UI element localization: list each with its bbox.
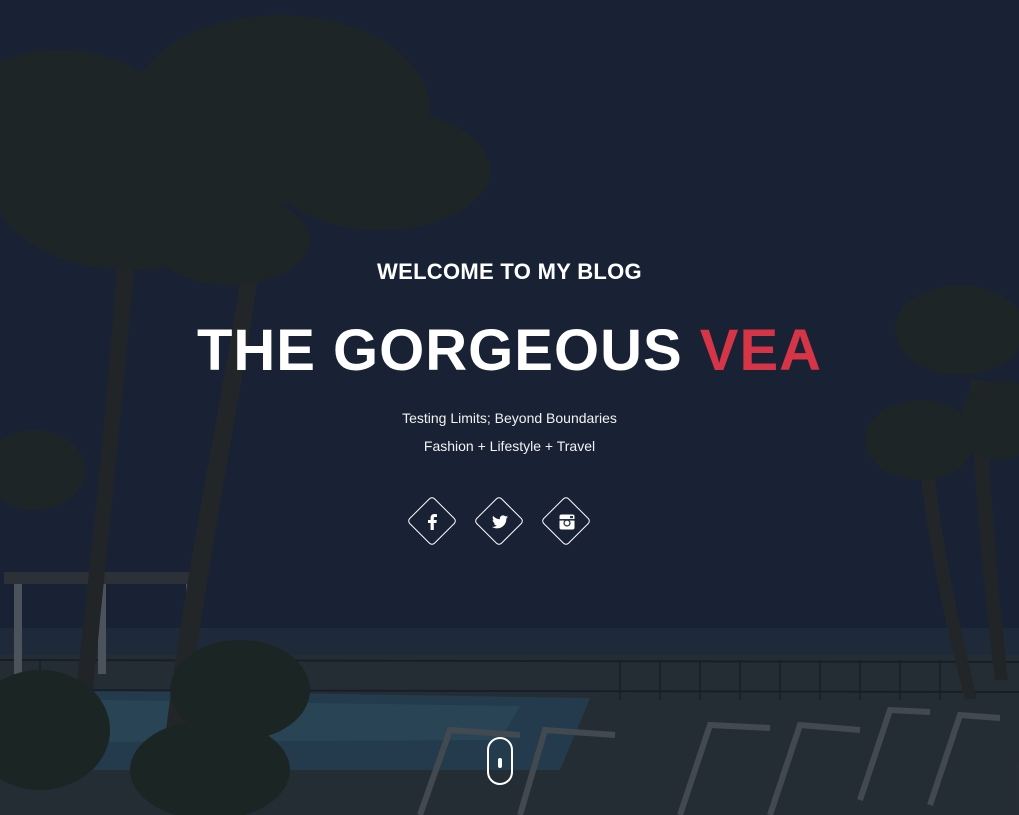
categories-line: Fashion + Lifestyle + Travel	[423, 438, 596, 454]
welcome-heading: WELCOME TO MY BLOG	[377, 259, 642, 284]
twitter-icon	[473, 495, 527, 549]
instagram-icon	[540, 495, 594, 549]
dark-overlay	[0, 0, 1019, 815]
facebook-link[interactable]	[406, 495, 460, 549]
site-title-accent: VEA	[699, 318, 823, 383]
twitter-link[interactable]	[473, 495, 527, 549]
social-links	[0, 495, 1019, 549]
scroll-wheel	[498, 758, 502, 768]
site-title: THE GORGEOUS VEA	[0, 316, 1019, 386]
site-title-main: THE GORGEOUS	[196, 318, 683, 383]
facebook-icon	[406, 495, 460, 549]
hero-banner: WELCOME TO MY BLOG THE GORGEOUS VEA Test…	[0, 0, 1019, 815]
instagram-link[interactable]	[540, 495, 594, 549]
mouse-scroll-icon[interactable]	[487, 737, 513, 785]
tagline: Testing Limits; Beyond Boundaries	[402, 410, 617, 426]
